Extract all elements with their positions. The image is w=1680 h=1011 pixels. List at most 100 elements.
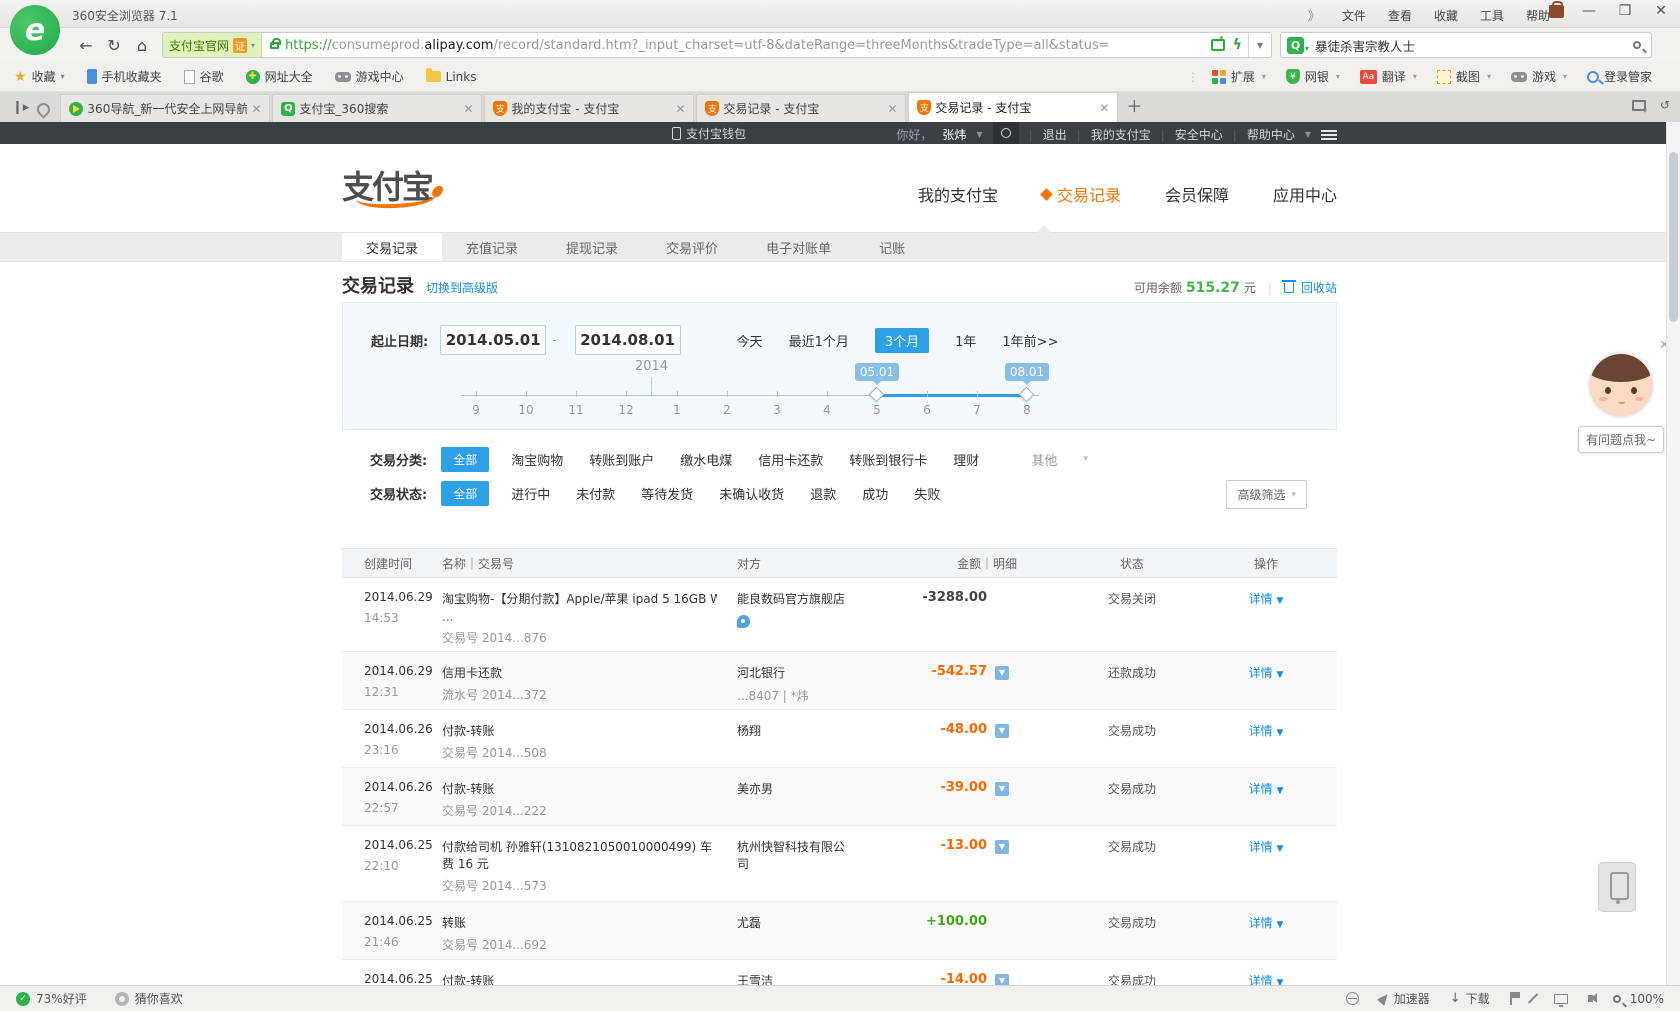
mobile-app-float-button[interactable]: [1598, 862, 1636, 912]
tab-list-icon[interactable]: ❙▸: [12, 100, 29, 115]
bookmark-site-directory[interactable]: ✚ 网址大全: [245, 68, 313, 85]
subnav-bookkeeping[interactable]: 记账: [855, 233, 929, 261]
bookmark-mobile-favorites[interactable]: 手机收藏夹: [86, 68, 162, 85]
undo-close-tab-icon[interactable]: ↺: [1660, 98, 1670, 112]
alipay-wallet-link[interactable]: 支付宝钱包: [672, 125, 746, 142]
category-all[interactable]: 全部: [441, 446, 490, 472]
username-menu[interactable]: 张炜: [942, 126, 966, 143]
my-alipay-link[interactable]: 我的支付宝: [1091, 126, 1151, 143]
flag-icon[interactable]: [1509, 992, 1520, 1005]
assistant-bubble[interactable]: 有问题点我~: [1578, 426, 1664, 453]
tab-alipay-search[interactable]: Q 支付宝_360搜索 ✕: [272, 94, 483, 122]
quick-today[interactable]: 今天: [737, 331, 763, 350]
quick-before-year[interactable]: 1年前>>: [1002, 331, 1058, 350]
nav-member-protection[interactable]: 会员保障: [1165, 182, 1229, 206]
security-center-link[interactable]: 安全中心: [1175, 126, 1223, 143]
tool-translate[interactable]: Aa 翻译 ▾: [1359, 68, 1417, 85]
recycle-bin-link[interactable]: 回收站: [1301, 279, 1337, 296]
slider-end-handle[interactable]: [1018, 386, 1035, 403]
tool-games[interactable]: 游戏 ▾: [1510, 68, 1567, 85]
switch-advanced-link[interactable]: 切换到高级版: [426, 279, 498, 296]
url-text[interactable]: https://consumeprod.alipay.com/record/st…: [285, 38, 1211, 53]
tab-close-icon[interactable]: ✕: [675, 102, 685, 116]
nav-app-center[interactable]: 应用中心: [1273, 182, 1337, 206]
home-button[interactable]: ⌂: [128, 33, 156, 57]
recently-closed-icon[interactable]: [1631, 99, 1647, 115]
subnav-transaction-reviews[interactable]: 交易评价: [642, 233, 742, 261]
status-awaiting-shipment[interactable]: 等待发货: [641, 484, 693, 503]
favorites-menu[interactable]: ★ 收藏 ▾: [14, 68, 65, 85]
search-input[interactable]: 暴徒杀害宗教人士: [1315, 36, 1633, 55]
amount-detail-dropdown-icon[interactable]: ▼: [995, 974, 1009, 985]
logout-link[interactable]: 退出: [1043, 126, 1067, 143]
help-center-link[interactable]: 帮助中心: [1247, 126, 1295, 143]
help-dropdown-icon[interactable]: ▼: [1305, 130, 1311, 139]
wallet-icon[interactable]: [1549, 0, 1564, 18]
address-bar[interactable]: 支付宝官网 证 ▾ https://consumeprod.alipay.com…: [162, 32, 1272, 58]
start-date-input[interactable]: 2014.05.01: [440, 325, 547, 355]
user-dropdown-icon[interactable]: ▼: [976, 130, 982, 139]
status-unpaid[interactable]: 未付款: [576, 484, 615, 503]
search-engine-icon[interactable]: Q: [1287, 36, 1304, 54]
tool-login-manager[interactable]: 登录管家: [1586, 68, 1652, 85]
category-wealth[interactable]: 理财: [953, 450, 979, 469]
subnav-withdraw-records[interactable]: 提现记录: [542, 233, 642, 261]
category-more[interactable]: 其他: [1031, 450, 1057, 469]
status-all[interactable]: 全部: [441, 480, 490, 506]
scrollbar-thumb[interactable]: [1669, 152, 1678, 322]
speed-mode-icon[interactable]: ϟ: [1233, 37, 1242, 53]
detail-link[interactable]: 详情 ▼: [1249, 592, 1284, 606]
amount-detail-dropdown-icon[interactable]: ▼: [995, 666, 1009, 680]
detail-link[interactable]: 详情 ▼: [1249, 916, 1284, 930]
tab-360-nav[interactable]: 360导航_新一代安全上网导航 ✕: [60, 94, 271, 122]
close-button[interactable]: ✕: [1650, 3, 1672, 19]
amount-detail-dropdown-icon[interactable]: ▼: [995, 840, 1009, 854]
accelerator-tool[interactable]: 加速器: [1376, 990, 1430, 1007]
search-box[interactable]: Q ▾ 暴徒杀害宗教人士: [1280, 32, 1652, 58]
refresh-button[interactable]: ↻: [100, 33, 128, 57]
tab-close-icon[interactable]: ✕: [887, 102, 897, 116]
note-icon[interactable]: [1527, 993, 1538, 1004]
end-date-input[interactable]: 2014.08.01: [574, 325, 681, 355]
category-more-icon[interactable]: ▾: [1083, 454, 1088, 464]
chat-contact-icon[interactable]: [737, 615, 750, 628]
menu-view[interactable]: 查看: [1388, 7, 1412, 24]
quick-one-year[interactable]: 1年: [955, 331, 976, 350]
bookmark-google[interactable]: 谷歌: [183, 68, 224, 85]
maximize-button[interactable]: ❐: [1614, 3, 1636, 19]
status-refund[interactable]: 退款: [810, 484, 836, 503]
url-dropdown-icon[interactable]: ▾: [1247, 33, 1271, 57]
menu-expand-icon[interactable]: 》: [1308, 7, 1320, 24]
quick-last-month[interactable]: 最近1个月: [789, 331, 849, 350]
speaker-icon[interactable]: [1587, 993, 1597, 1003]
download-tool[interactable]: ↓ 下载: [1450, 990, 1490, 1007]
monitor-icon[interactable]: [1553, 993, 1568, 1007]
new-tab-button[interactable]: ＋: [1126, 93, 1142, 117]
status-unconfirmed[interactable]: 未确认收货: [719, 484, 784, 503]
zoom-control[interactable]: 100%: [1612, 992, 1664, 1006]
quick-three-months[interactable]: 3个月: [874, 327, 930, 353]
tab-close-icon[interactable]: ✕: [251, 102, 261, 116]
detail-link[interactable]: 详情 ▼: [1249, 974, 1284, 985]
tab-transaction-records-active[interactable]: 支 交易记录 - 支付宝 ✕: [908, 92, 1119, 122]
category-transfer-account[interactable]: 转账到账户: [589, 450, 654, 469]
amount-detail-dropdown-icon[interactable]: ▼: [995, 782, 1009, 796]
session-restore-icon[interactable]: [34, 100, 54, 119]
tab-my-alipay[interactable]: 支 我的支付宝 - 支付宝 ✕: [484, 94, 695, 122]
search-engine-dropdown-icon[interactable]: ▾: [1305, 44, 1309, 53]
tool-screenshot[interactable]: 截图 ▾: [1436, 68, 1491, 85]
detail-link[interactable]: 详情 ▼: [1249, 840, 1284, 854]
subnav-transaction-records[interactable]: 交易记录: [342, 233, 443, 261]
site-verify-badge[interactable]: 支付宝官网 证 ▾: [163, 33, 263, 57]
network-icon[interactable]: [1345, 992, 1359, 1005]
category-utilities[interactable]: 缴水电煤: [680, 450, 732, 469]
page-scrollbar[interactable]: [1666, 122, 1680, 985]
menu-help[interactable]: 帮助: [1526, 7, 1550, 24]
search-icon[interactable]: [1633, 41, 1641, 49]
detail-link[interactable]: 详情 ▼: [1249, 782, 1284, 796]
badge-dropdown-icon[interactable]: ▾: [251, 41, 255, 50]
minimize-button[interactable]: —: [1578, 3, 1600, 19]
status-in-progress[interactable]: 进行中: [511, 484, 550, 503]
category-credit-card[interactable]: 信用卡还款: [758, 450, 823, 469]
hamburger-menu-icon[interactable]: [1321, 129, 1337, 132]
